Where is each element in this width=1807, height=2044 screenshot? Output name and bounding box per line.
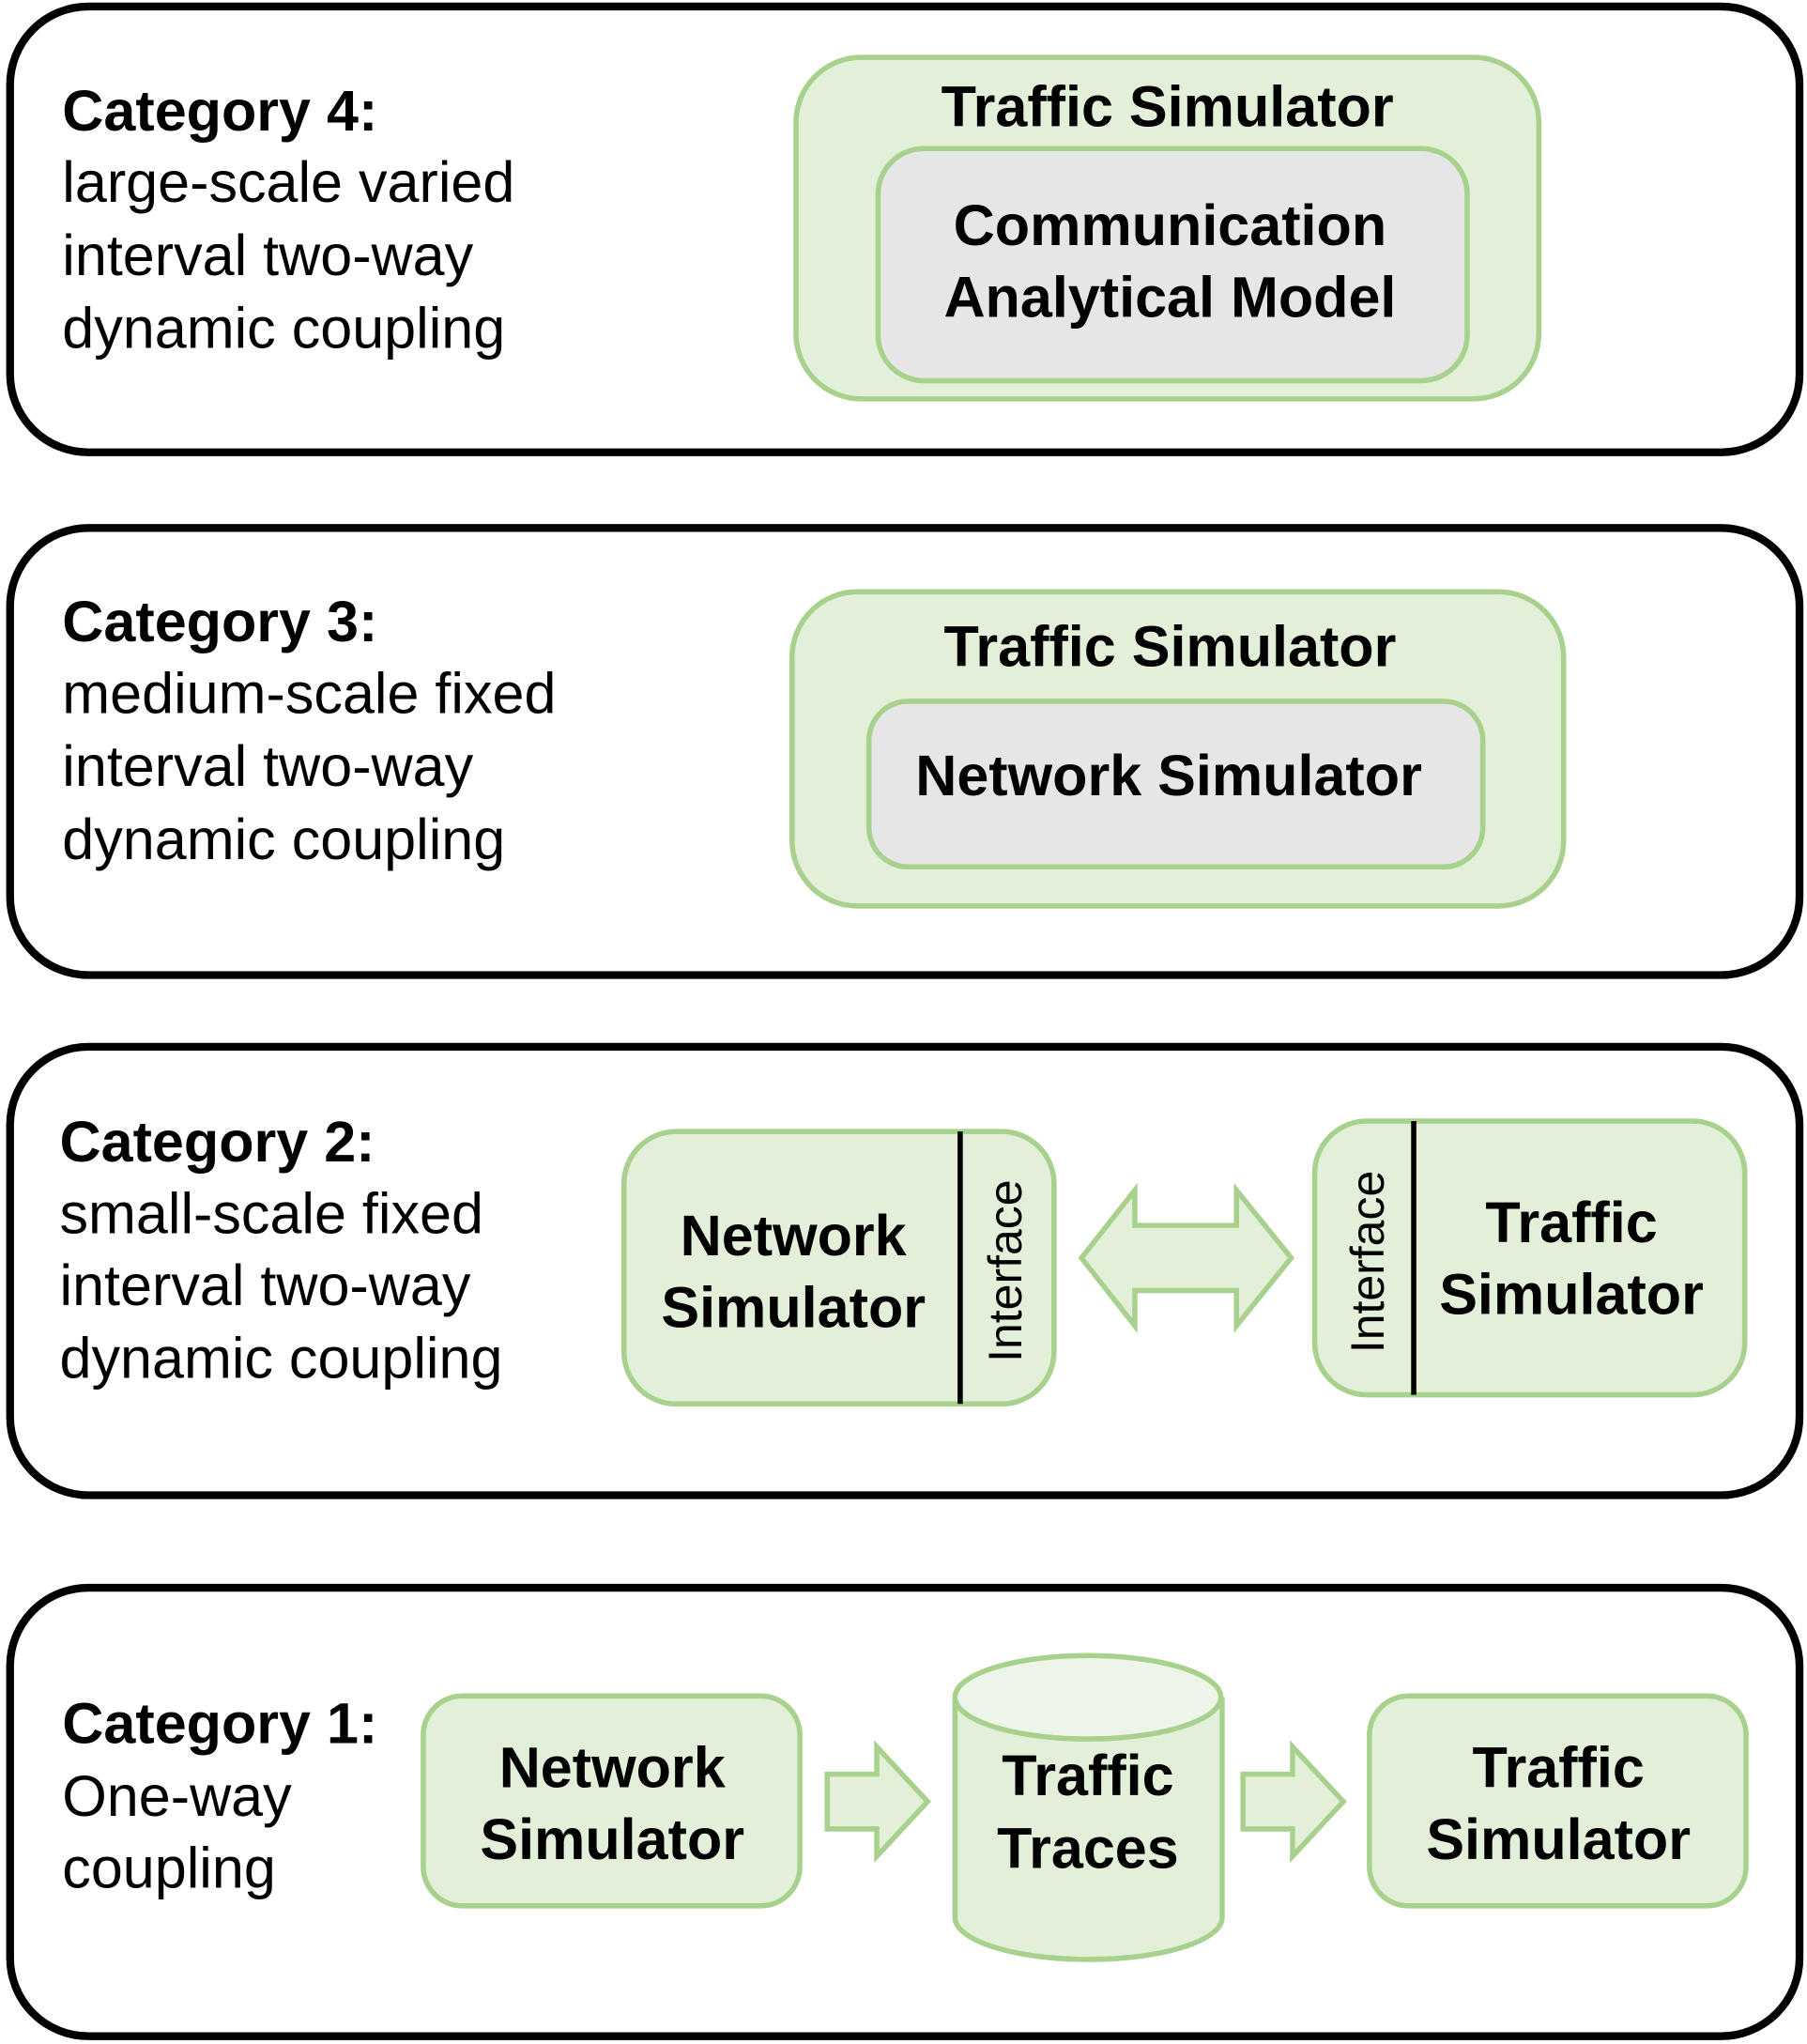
category-description: coupling [62, 1836, 276, 1899]
network-simulator-label: Network [499, 1735, 727, 1799]
network-simulator-label: Simulator [480, 1807, 744, 1871]
traffic-traces-label: Traces [997, 1817, 1179, 1881]
traffic-simulator-label: Traffic [1473, 1735, 1645, 1799]
category-description: small-scale fixed [60, 1181, 483, 1245]
category-description: large-scale varied [62, 150, 514, 214]
category-description: dynamic coupling [62, 807, 505, 871]
traffic-simulator-label: Simulator [1426, 1807, 1691, 1871]
category-description: interval two-way [60, 1253, 471, 1317]
category-description: interval two-way [62, 734, 473, 798]
category-description: medium-scale fixed [62, 661, 556, 725]
communication-model-label: Communication [954, 193, 1387, 257]
category-description: interval two-way [62, 223, 473, 287]
panel-category-1: Category 1: One-way coupling Network Sim… [6, 1583, 1804, 2040]
category-heading: Category 1: [62, 1691, 377, 1755]
category-description: One-way [62, 1764, 292, 1828]
interface-label: Interface [979, 1179, 1032, 1361]
traffic-simulator-label: Traffic Simulator [942, 75, 1394, 139]
panel-category-2: Category 2: small-scale fixed interval t… [6, 1042, 1804, 1499]
category-heading: Category 4: [62, 79, 377, 143]
network-simulator-label: Network [681, 1204, 908, 1268]
network-simulator-box [421, 1693, 803, 1909]
communication-model-label: Analytical Model [943, 265, 1396, 329]
traffic-simulator-box [1367, 1693, 1749, 1909]
network-simulator-label: Network Simulator [915, 744, 1422, 807]
category-heading: Category 2: [60, 1110, 375, 1174]
traffic-traces-cylinder [952, 1652, 1225, 1962]
category-description: dynamic coupling [60, 1327, 503, 1391]
traffic-simulator-label: Traffic [1485, 1191, 1657, 1254]
traffic-simulator-label: Simulator [1439, 1263, 1704, 1327]
panel-category-3: Category 3: medium-scale fixed interval … [6, 524, 1804, 979]
traffic-traces-label: Traffic [1002, 1744, 1173, 1807]
traffic-simulator-label: Traffic Simulator [943, 614, 1396, 678]
category-description: dynamic coupling [62, 297, 505, 361]
network-simulator-label: Simulator [661, 1275, 926, 1339]
coupling-categories-diagram: Category 4: large-scale varied interval … [6, 2, 1804, 2040]
interface-label: Interface [1341, 1171, 1394, 1353]
panel-category-4: Category 4: large-scale varied interval … [6, 2, 1804, 456]
category-heading: Category 3: [62, 590, 377, 653]
